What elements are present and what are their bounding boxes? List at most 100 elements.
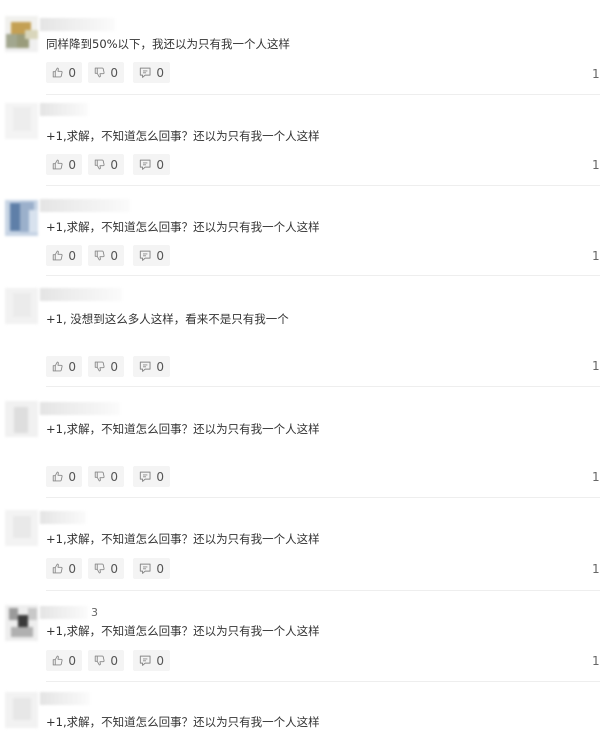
username[interactable]: [40, 288, 122, 301]
comment-icon: [139, 655, 151, 666]
like-button[interactable]: 0: [46, 356, 82, 377]
reply-button[interactable]: 0: [133, 245, 170, 266]
dislike-button[interactable]: 0: [88, 245, 124, 266]
dislike-button[interactable]: 0: [88, 650, 124, 671]
comment-text: +1,求解，不知道怎么回事？还以为只有我一个人这样: [46, 715, 320, 729]
trailing-value: 1: [592, 67, 600, 81]
trailing-value: 1: [592, 249, 600, 263]
like-count: 0: [68, 65, 76, 80]
thumbs-down-icon: [94, 563, 105, 574]
comment-text: +1, 没想到这么多人这样，看来不是只有我一个: [46, 312, 289, 326]
reply-button[interactable]: 0: [133, 466, 170, 487]
username[interactable]: [40, 103, 88, 116]
like-button[interactable]: 0: [46, 558, 82, 579]
divider: [46, 94, 600, 95]
dislike-button[interactable]: 0: [88, 62, 124, 83]
thumbs-down-icon: [94, 655, 105, 666]
username[interactable]: [40, 692, 90, 705]
comment-icon: [139, 361, 151, 372]
like-button[interactable]: 0: [46, 466, 82, 487]
thumbs-down-icon: [94, 471, 105, 482]
reply-count: 0: [156, 653, 164, 668]
avatar[interactable]: [5, 16, 38, 52]
thumbs-up-icon: [52, 361, 63, 372]
dislike-count: 0: [110, 469, 118, 484]
like-count: 0: [68, 469, 76, 484]
trailing-value: 1: [592, 359, 600, 373]
thumbs-up-icon: [52, 250, 63, 261]
reply-count: 0: [156, 65, 164, 80]
like-count: 0: [68, 359, 76, 374]
username[interactable]: [40, 199, 130, 212]
like-count: 0: [68, 561, 76, 576]
divider: [46, 386, 600, 387]
thumbs-up-icon: [52, 655, 63, 666]
comment-text: 同样降到50%以下，我还以为只有我一个人这样: [46, 37, 291, 51]
avatar[interactable]: [5, 692, 38, 728]
thumbs-down-icon: [94, 67, 105, 78]
divider: [46, 185, 600, 186]
comment-icon: [139, 471, 151, 482]
reply-count: 0: [156, 248, 164, 263]
thumbs-up-icon: [52, 159, 63, 170]
dislike-button[interactable]: 0: [88, 154, 124, 175]
dislike-button[interactable]: 0: [88, 558, 124, 579]
reply-count: 0: [156, 359, 164, 374]
avatar[interactable]: [5, 401, 38, 437]
divider: [46, 497, 600, 498]
username-suffix: 3: [91, 606, 98, 619]
avatar[interactable]: [5, 605, 38, 641]
like-count: 0: [68, 248, 76, 263]
thumbs-down-icon: [94, 361, 105, 372]
divider: [46, 275, 600, 276]
reply-button[interactable]: 0: [133, 356, 170, 377]
divider: [46, 590, 600, 591]
username[interactable]: [40, 18, 115, 31]
reply-button[interactable]: 0: [133, 154, 170, 175]
username[interactable]: [40, 511, 86, 524]
comment-text: +1,求解，不知道怎么回事？还以为只有我一个人这样: [46, 624, 320, 638]
dislike-button[interactable]: 0: [88, 356, 124, 377]
reply-count: 0: [156, 157, 164, 172]
trailing-value: 1: [592, 654, 600, 668]
dislike-button[interactable]: 0: [88, 466, 124, 487]
like-button[interactable]: 0: [46, 62, 82, 83]
like-count: 0: [68, 653, 76, 668]
reply-button[interactable]: 0: [133, 558, 170, 579]
comment-text: +1,求解，不知道怎么回事？还以为只有我一个人这样: [46, 422, 320, 436]
reply-count: 0: [156, 469, 164, 484]
thumbs-up-icon: [52, 563, 63, 574]
like-button[interactable]: 0: [46, 650, 82, 671]
dislike-count: 0: [110, 248, 118, 263]
trailing-value: 1: [592, 158, 600, 172]
thumbs-up-icon: [52, 67, 63, 78]
trailing-value: 1: [592, 470, 600, 484]
like-button[interactable]: 0: [46, 245, 82, 266]
avatar[interactable]: [5, 510, 38, 546]
avatar[interactable]: [5, 288, 38, 324]
avatar[interactable]: [5, 103, 38, 139]
dislike-count: 0: [110, 653, 118, 668]
comment-icon: [139, 159, 151, 170]
comment-icon: [139, 67, 151, 78]
comment-icon: [139, 250, 151, 261]
thumbs-down-icon: [94, 159, 105, 170]
avatar[interactable]: [5, 200, 38, 236]
dislike-count: 0: [110, 359, 118, 374]
thumbs-down-icon: [94, 250, 105, 261]
dislike-count: 0: [110, 157, 118, 172]
comment-icon: [139, 563, 151, 574]
comment-text: +1,求解，不知道怎么回事？还以为只有我一个人这样: [46, 129, 320, 143]
like-button[interactable]: 0: [46, 154, 82, 175]
reply-count: 0: [156, 561, 164, 576]
username[interactable]: [40, 606, 88, 619]
like-count: 0: [68, 157, 76, 172]
reply-button[interactable]: 0: [133, 62, 170, 83]
dislike-count: 0: [110, 65, 118, 80]
reply-button[interactable]: 0: [133, 650, 170, 671]
comment-text: +1,求解，不知道怎么回事？还以为只有我一个人这样: [46, 532, 320, 546]
divider: [46, 681, 600, 682]
thumbs-up-icon: [52, 471, 63, 482]
trailing-value: 1: [592, 562, 600, 576]
username[interactable]: [40, 402, 120, 415]
